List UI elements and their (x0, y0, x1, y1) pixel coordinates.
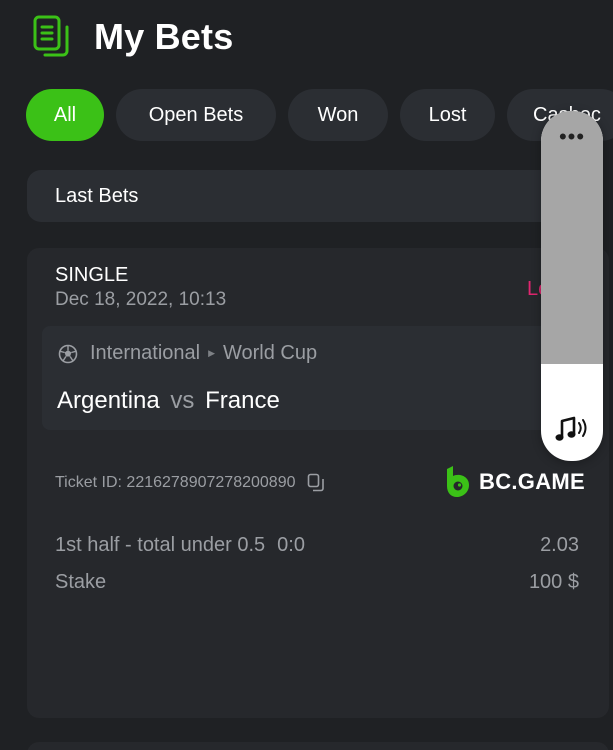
breadcrumb-arrow-icon: ▶ (208, 348, 215, 358)
versus-label: vs (170, 387, 195, 414)
tab-lost[interactable]: Lost (400, 89, 495, 141)
last-bets-label: Last Bets (55, 184, 139, 207)
market-score: 0:0 (277, 534, 305, 556)
tab-won[interactable]: Won (288, 89, 388, 141)
brand-logo: BC.GAME (445, 466, 585, 498)
bet-market-row: 1st half - total under 0.5 0:0 2.03 (55, 534, 579, 557)
bcgame-logo-icon (447, 466, 469, 497)
soccer-ball-icon (58, 344, 78, 363)
my-bets-page: My Bets All Open Bets Won Lost Cashec La… (0, 0, 613, 750)
page-title: My Bets (94, 16, 234, 57)
more-options-icon[interactable]: ••• (541, 125, 603, 149)
bets-document-icon (33, 15, 69, 57)
ticket-id: Ticket ID: 2216278907278200890 (55, 473, 325, 493)
bet-date: Dec 18, 2022, 10:13 (55, 289, 227, 310)
league-competition[interactable]: World Cup (223, 342, 317, 365)
stake-label: Stake (55, 571, 107, 593)
bet-card[interactable]: SINGLE Dec 18, 2022, 10:13 Lo Internatio… (27, 248, 609, 718)
bet-odds: 2.03 (540, 534, 579, 556)
bet-stake-row: Stake 100 $ (55, 571, 579, 594)
next-bet-card[interactable] (27, 742, 609, 750)
brand-name: BC.GAME (479, 469, 585, 494)
copy-icon[interactable] (307, 473, 325, 493)
music-note-volume-icon[interactable] (554, 411, 590, 447)
match-teams: Argentina vs France (57, 387, 280, 415)
tab-all[interactable]: All (26, 89, 104, 141)
league-region[interactable]: International (90, 342, 200, 365)
ticket-id-text: Ticket ID: 2216278907278200890 (55, 474, 296, 491)
page-header: My Bets (32, 14, 233, 60)
bet-type: SINGLE (55, 264, 129, 286)
stake-value: 100 $ (528, 571, 579, 593)
last-bets-selector[interactable]: Last Bets (27, 170, 587, 222)
home-team: Argentina (57, 387, 160, 414)
market-name: 1st half - total under 0.5 (55, 534, 266, 556)
away-team: France (205, 387, 280, 414)
bet-filter-tabs: All Open Bets Won Lost Cashec (26, 89, 613, 141)
league-breadcrumb: International ▶ World Cup (58, 342, 317, 365)
volume-overlay-panel[interactable]: ••• (541, 111, 603, 461)
match-info[interactable]: International ▶ World Cup Argentina vs F… (42, 326, 597, 430)
tab-open-bets[interactable]: Open Bets (116, 89, 276, 141)
